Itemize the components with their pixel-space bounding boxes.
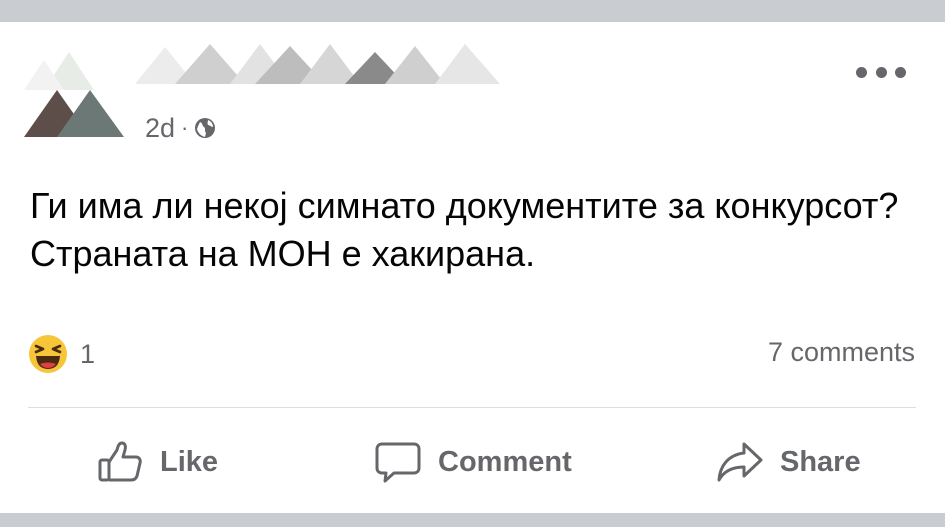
post-meta: 2d ·: [145, 110, 216, 146]
dot-icon: [875, 66, 887, 78]
post-actions-bar: Like Comment Share: [0, 427, 945, 497]
post-text: Ги има ли некој симнато документите за к…: [30, 185, 899, 274]
like-label: Like: [160, 445, 219, 478]
dot-icon: [856, 66, 867, 78]
comment-label: Comment: [438, 445, 572, 478]
speech-bubble-icon: [374, 438, 422, 486]
avatar[interactable]: [24, 42, 124, 137]
reactions-summary[interactable]: 1: [28, 334, 95, 374]
laughing-emoji-icon: [28, 334, 68, 374]
globe-icon: [194, 117, 216, 139]
comment-button[interactable]: Comment: [374, 427, 572, 497]
reaction-count: 1: [80, 338, 96, 369]
dot-icon: [895, 66, 906, 78]
thumbs-up-icon: [96, 438, 144, 486]
share-arrow-icon: [716, 438, 764, 486]
meta-separator: ·: [181, 115, 189, 140]
like-button[interactable]: Like: [96, 427, 218, 497]
share-label: Share: [780, 445, 861, 478]
more-options-button[interactable]: [856, 58, 906, 86]
blurred-author-name[interactable]: [135, 42, 505, 84]
post-card: 2d · Ги има ли некој симнато документите…: [0, 22, 945, 513]
comments-count-link[interactable]: 7 comments: [768, 337, 915, 368]
divider: [28, 407, 916, 408]
post-time[interactable]: 2d: [145, 113, 175, 144]
share-button[interactable]: Share: [716, 427, 861, 497]
